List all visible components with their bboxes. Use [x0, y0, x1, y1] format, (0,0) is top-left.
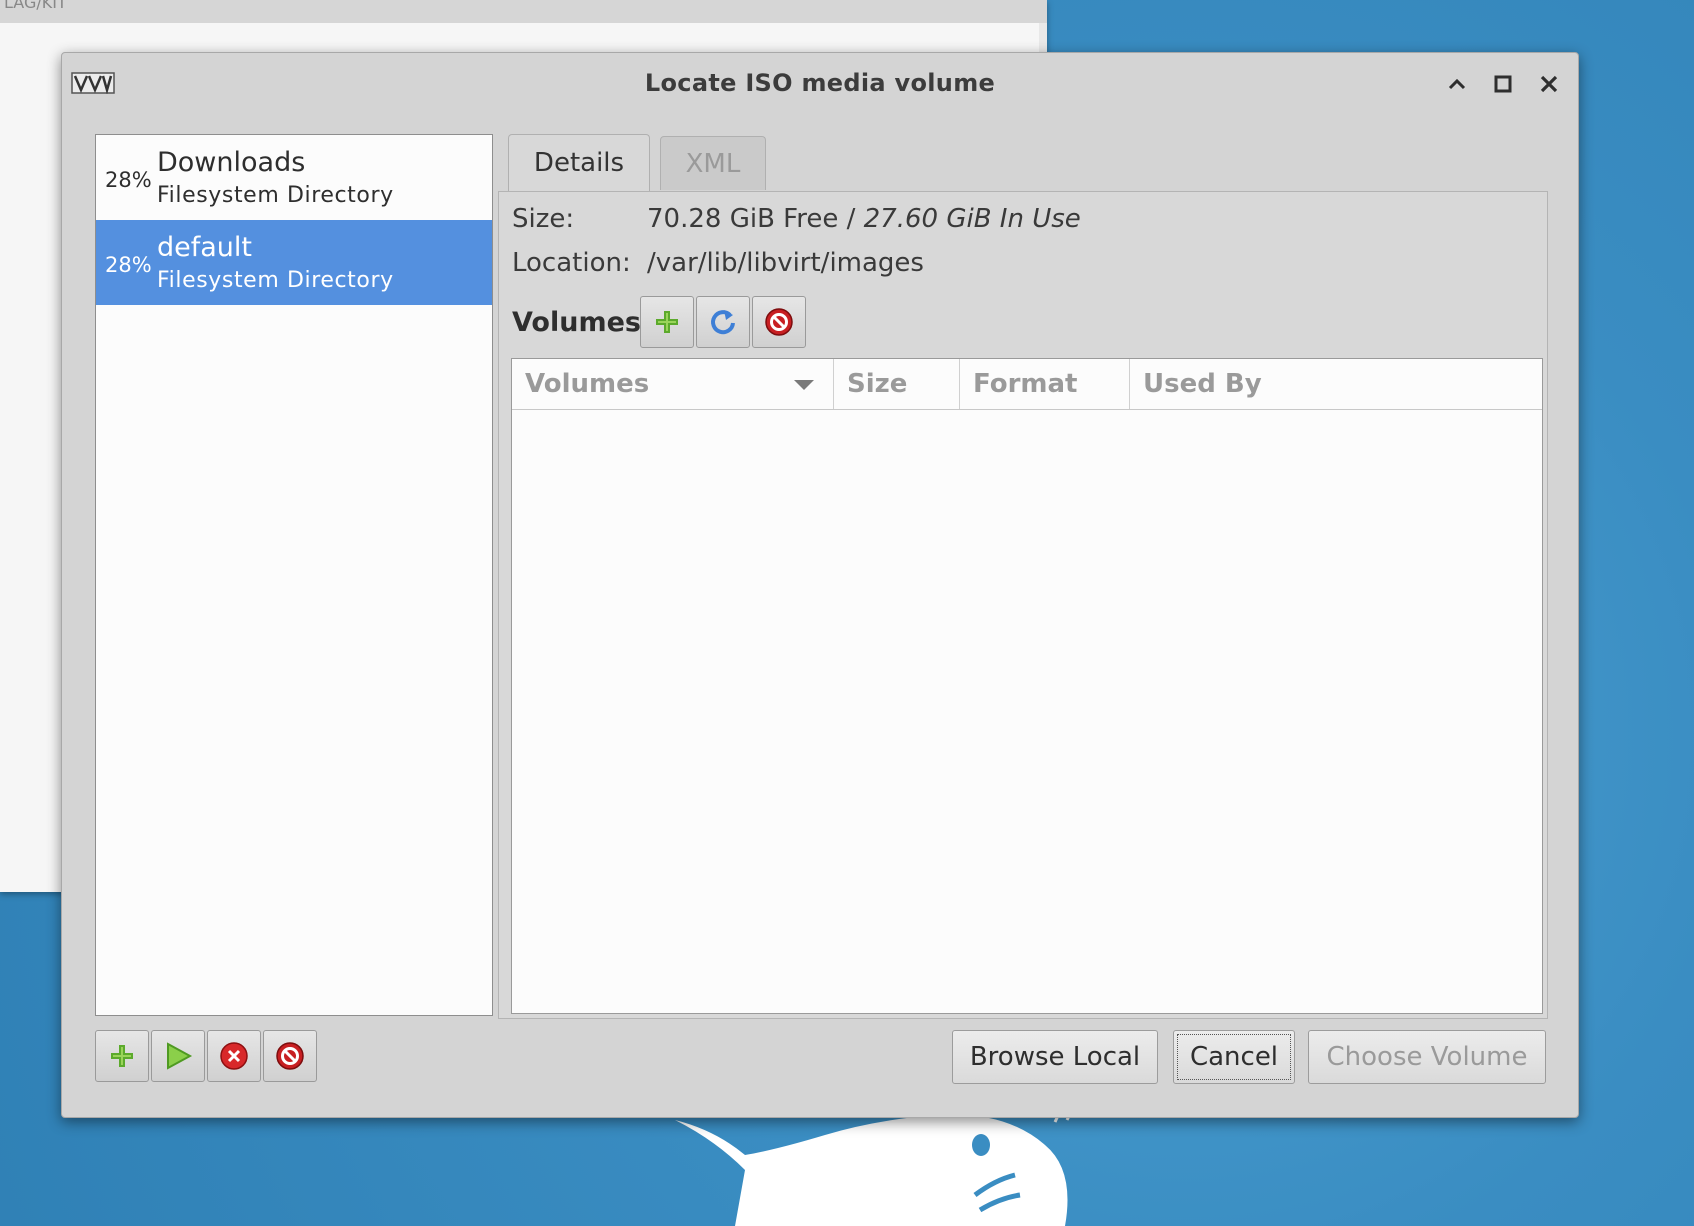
start-pool-button[interactable]	[151, 1030, 205, 1082]
location-label: Location:	[512, 248, 631, 278]
delete-volume-button[interactable]	[752, 296, 806, 348]
close-icon[interactable]	[1534, 69, 1564, 99]
delete-volume-icon	[765, 308, 793, 336]
add-pool-button[interactable]	[95, 1030, 149, 1082]
size-free: 70.28 GiB Free /	[647, 204, 856, 234]
volumes-table[interactable]: Volumes Size Format Used By	[511, 358, 1543, 1014]
pool-item-downloads[interactable]: 28% Downloads Filesystem Directory	[96, 135, 492, 220]
tab-xml[interactable]: XML	[660, 136, 766, 190]
pool-item-default[interactable]: 28% default Filesystem Directory	[96, 220, 492, 305]
choose-volume-button[interactable]: Choose Volume	[1308, 1030, 1546, 1084]
add-volume-icon	[656, 311, 678, 333]
storage-pool-list[interactable]: 28% Downloads Filesystem Directory 28% d…	[95, 134, 493, 1016]
sort-descending-icon	[794, 380, 814, 390]
pool-type: Filesystem Directory	[157, 268, 394, 293]
volumes-table-header: Volumes Size Format Used By	[512, 359, 1542, 410]
pool-toolbar	[95, 1030, 319, 1082]
column-header-size[interactable]: Size	[834, 359, 960, 409]
location-value: /var/lib/libvirt/images	[647, 248, 924, 278]
delete-pool-icon	[276, 1042, 304, 1070]
details-panel: Size: 70.28 GiB Free / 27.60 GiB In Use …	[498, 191, 1548, 1019]
pool-name: Downloads	[157, 147, 306, 178]
column-header-used-by[interactable]: Used By	[1130, 359, 1542, 409]
volume-toolbar	[640, 296, 808, 348]
size-value: 70.28 GiB Free / 27.60 GiB In Use	[647, 204, 1081, 234]
background-window-title: LAG/KIT	[0, 0, 1047, 23]
delete-pool-button[interactable]	[263, 1030, 317, 1082]
column-header-volumes[interactable]: Volumes	[512, 359, 834, 409]
minimize-icon[interactable]	[1442, 69, 1472, 99]
dialog-titlebar[interactable]: Locate ISO media volume	[62, 53, 1578, 108]
tab-bar: Details XML	[508, 134, 776, 191]
add-pool-icon	[111, 1045, 133, 1067]
add-volume-button[interactable]	[640, 296, 694, 348]
pool-type: Filesystem Directory	[157, 183, 394, 208]
pool-name: default	[157, 232, 253, 263]
size-in-use: 27.60 GiB In Use	[863, 204, 1081, 234]
stop-pool-button[interactable]	[207, 1030, 261, 1082]
start-pool-icon	[167, 1042, 193, 1070]
locate-iso-dialog: Locate ISO media volume 28% Downloads Fi…	[61, 52, 1579, 1118]
refresh-volumes-button[interactable]	[696, 296, 750, 348]
column-header-format[interactable]: Format	[960, 359, 1130, 409]
cancel-button[interactable]: Cancel	[1173, 1030, 1295, 1084]
pool-usage-percent: 28%	[105, 253, 152, 277]
desktop-mascot-image	[675, 1104, 1075, 1226]
maximize-icon[interactable]	[1488, 69, 1518, 99]
size-label: Size:	[512, 204, 575, 234]
browse-local-button[interactable]: Browse Local	[952, 1030, 1158, 1084]
dialog-title: Locate ISO media volume	[644, 69, 996, 97]
column-header-label: Volumes	[525, 369, 650, 399]
pool-usage-percent: 28%	[105, 168, 152, 192]
tab-details[interactable]: Details	[508, 134, 650, 191]
stop-pool-icon	[220, 1042, 248, 1070]
refresh-icon	[711, 310, 735, 335]
volumes-label: Volumes	[512, 307, 641, 338]
